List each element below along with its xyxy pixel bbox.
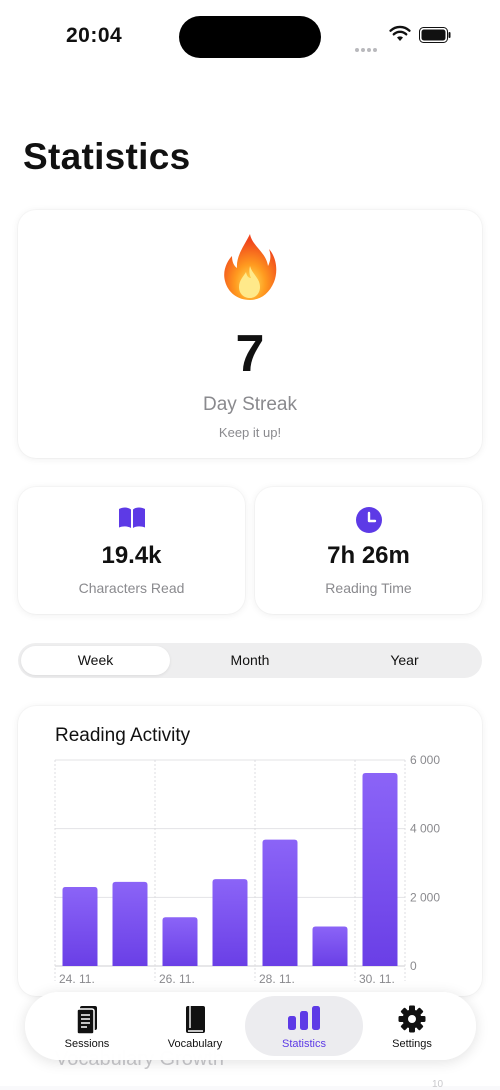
cellular-signal-icon: [355, 39, 379, 57]
gear-icon: [398, 1005, 426, 1033]
wifi-icon: [389, 25, 411, 41]
x-tick-label: 28. 11.: [259, 972, 295, 986]
y-tick-label: 2 000: [410, 890, 440, 904]
status-time: 20:04: [66, 24, 123, 47]
y-tick-label: 6 000: [410, 753, 440, 767]
x-tick-label: 30. 11.: [359, 972, 395, 986]
reading-activity-chart: 0 2 000 4 000 6 000 24. 11. 26. 11. 28. 11. 30.…: [54, 753, 440, 986]
reading-activity-card: Reading Activity 02 000 4 000 6 000 24. 11.…: [18, 706, 482, 996]
y-tick-label: 0: [410, 959, 417, 973]
period-selector: Week Month Year: [18, 643, 482, 678]
document-icon: [76, 1006, 97, 1035]
tab-settings-label: Settings: [392, 1038, 432, 1050]
page-title: Statistics: [23, 136, 191, 177]
streak-count: 7: [235, 325, 265, 383]
streak-subtitle: Keep it up!: [218, 425, 282, 440]
tab-sessions-label: Sessions: [64, 1038, 110, 1050]
tab-vocabulary-label: Vocabulary: [167, 1038, 223, 1050]
chart-bar[interactable]: [262, 839, 298, 966]
vocabulary-growth-tick: 10: [432, 1079, 444, 1090]
period-option-week[interactable]: Week: [21, 646, 170, 675]
dynamic-island: [179, 16, 321, 58]
fire-icon: [224, 234, 277, 300]
clock-icon: [355, 507, 382, 533]
tab-settings[interactable]: Settings: [356, 996, 468, 1056]
chart-bars-icon: [288, 1006, 320, 1030]
characters-read-label: Characters Read: [78, 580, 185, 596]
tab-sessions[interactable]: Sessions: [31, 996, 143, 1056]
battery-icon: [419, 27, 451, 43]
book-open-icon: [118, 507, 145, 528]
reading-time-card: 7h 26m Reading Time: [255, 487, 482, 614]
chart-bar[interactable]: [112, 881, 148, 966]
characters-read-card: 19.4k Characters Read: [18, 487, 245, 614]
chart-bar[interactable]: [212, 879, 248, 966]
chart-bar[interactable]: [312, 926, 348, 966]
streak-label: Day Streak: [203, 394, 297, 415]
reading-time-label: Reading Time: [325, 580, 412, 596]
x-tick-label: 24. 11.: [59, 972, 95, 986]
x-tick-label: 26. 11.: [159, 972, 195, 986]
book-icon: [186, 1006, 205, 1033]
streak-card: 7 Day Streak Keep it up!: [18, 210, 482, 458]
tab-statistics[interactable]: Statistics: [245, 996, 363, 1056]
tab-vocabulary[interactable]: Vocabulary: [139, 996, 251, 1056]
period-option-month[interactable]: Month: [173, 643, 327, 678]
reading-time-value: 7h 26m: [327, 542, 410, 569]
tab-statistics-label: Statistics: [281, 1038, 326, 1050]
chart-bar[interactable]: [62, 887, 98, 966]
y-tick-label: 4 000: [410, 822, 440, 836]
period-option-year[interactable]: Year: [327, 643, 482, 678]
characters-read-value: 19.4k: [101, 542, 162, 569]
tab-bar: Sessions Vocabulary Statistics Settings: [25, 992, 476, 1060]
chart-bar[interactable]: [362, 773, 398, 966]
chart-bar[interactable]: [162, 917, 198, 966]
status-bar: 20:04: [0, 0, 500, 80]
